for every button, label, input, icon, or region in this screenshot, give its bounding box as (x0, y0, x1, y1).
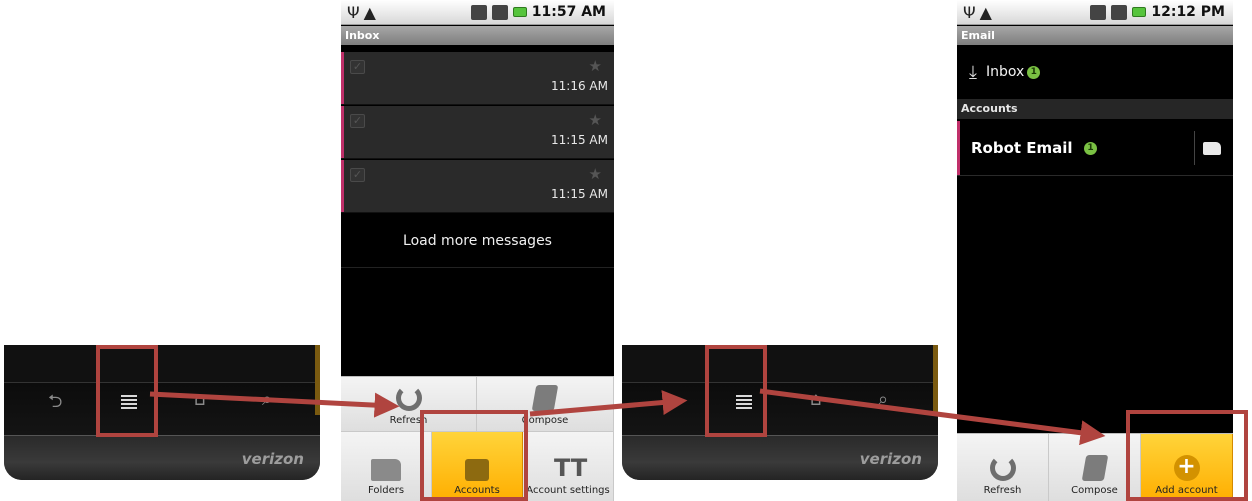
arrow-accounts-to-menu (529, 390, 688, 417)
arrow-menu-to-compose (759, 388, 1106, 446)
annotation-arrows (149, 388, 1106, 446)
arrow-menu-to-refresh (149, 391, 400, 418)
